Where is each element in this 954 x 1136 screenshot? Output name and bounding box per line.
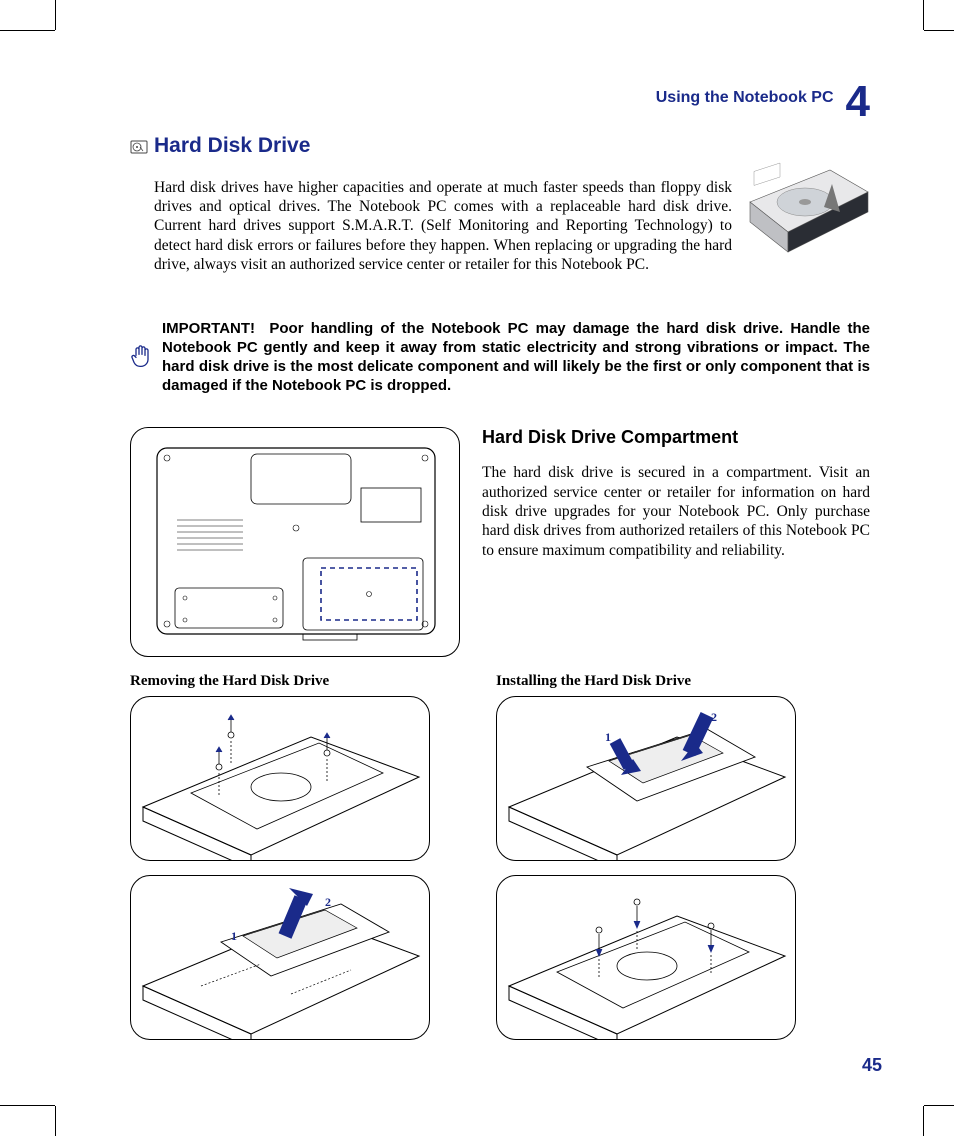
crop-mark <box>923 0 924 30</box>
svg-text:1: 1 <box>605 730 611 744</box>
installing-column: Installing the Hard Disk Drive 2 1 <box>496 673 836 1054</box>
compartment-body: The hard disk drive is secured in a comp… <box>482 463 870 560</box>
crop-mark <box>55 0 56 30</box>
svg-text:1: 1 <box>231 929 237 943</box>
hdd-section: Hard Disk Drive Hard disk drives have hi… <box>130 134 870 290</box>
chapter-title: Using the Notebook PC <box>656 89 834 106</box>
procedures: Removing the Hard Disk Drive <box>130 673 870 1054</box>
compartment-heading: Hard Disk Drive Compartment <box>482 427 870 448</box>
hdd-icon <box>130 138 148 156</box>
hdd-heading: Hard Disk Drive <box>154 134 870 158</box>
crop-mark <box>923 1106 924 1136</box>
hdd-photo <box>740 162 870 262</box>
svg-text:2: 2 <box>711 710 717 724</box>
svg-text:2: 2 <box>325 895 331 909</box>
removing-caption: Removing the Hard Disk Drive <box>130 673 470 690</box>
crop-mark <box>0 30 55 31</box>
removing-step-1-diagram <box>130 696 430 861</box>
important-label: IMPORTANT! <box>162 320 255 337</box>
important-body: Poor handling of the Notebook PC may dam… <box>162 320 870 395</box>
hdd-body-text: Hard disk drives have higher capacities … <box>154 178 732 275</box>
page-number: 45 <box>862 1055 882 1076</box>
important-callout: IMPORTANT! Poor handling of the Notebook… <box>130 304 870 411</box>
chapter-header: Using the Notebook PC 4 <box>130 80 870 124</box>
installing-step-2-diagram <box>496 875 796 1040</box>
chapter-number: 4 <box>846 80 870 124</box>
crop-mark <box>924 1105 954 1106</box>
crop-mark <box>924 30 954 31</box>
compartment-section: Hard Disk Drive Compartment The hard dis… <box>130 427 870 657</box>
installing-caption: Installing the Hard Disk Drive <box>496 673 836 690</box>
installing-step-1-diagram: 2 1 <box>496 696 796 861</box>
removing-step-2-diagram: 1 2 <box>130 875 430 1040</box>
page-content: Using the Notebook PC 4 Hard Disk Drive … <box>130 80 870 1054</box>
hand-stop-icon <box>130 304 154 411</box>
crop-mark <box>55 1106 56 1136</box>
crop-mark <box>0 1105 55 1106</box>
notebook-bottom-diagram <box>130 427 460 657</box>
removing-column: Removing the Hard Disk Drive <box>130 673 470 1054</box>
important-text: IMPORTANT! Poor handling of the Notebook… <box>162 319 870 396</box>
